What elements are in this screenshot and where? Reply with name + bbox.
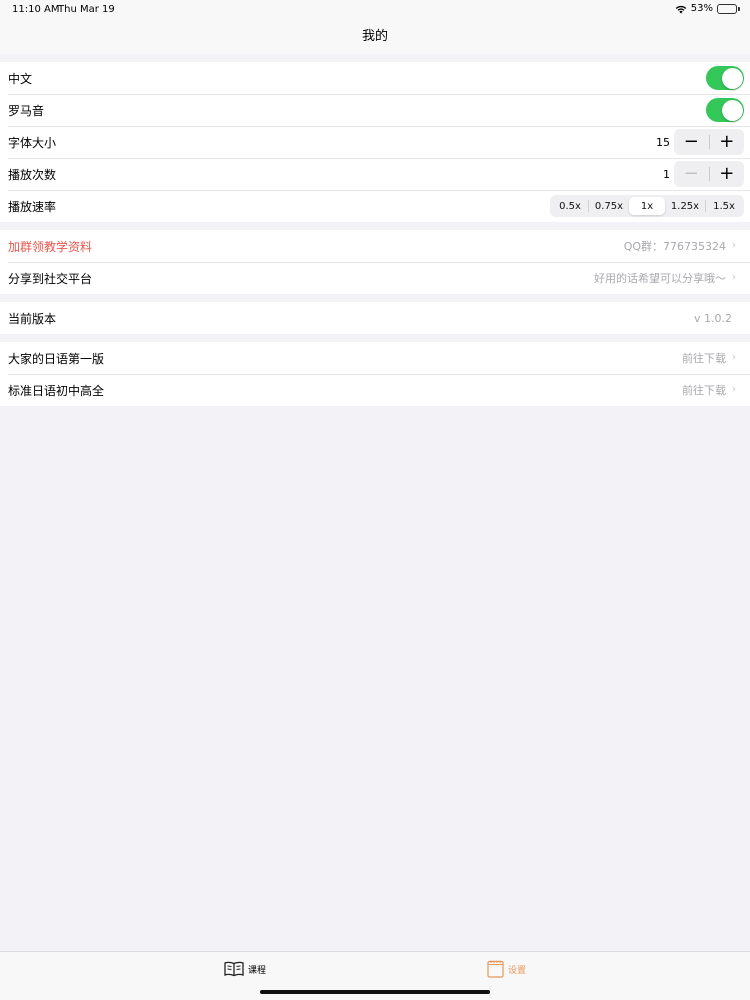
speed-option-1-25x[interactable]: 1.25x: [665, 197, 705, 215]
battery-percent: 53%: [690, 3, 713, 14]
join-group-row[interactable]: 加群领教学资料 QQ群：776735324 ›: [0, 230, 750, 262]
battery-icon: [717, 3, 740, 14]
speed-option-0-5x[interactable]: 0.5x: [552, 197, 588, 215]
speed-option-1-5x[interactable]: 1.5x: [706, 197, 742, 215]
download-item-1-label: 大家的日语第一版: [8, 351, 105, 366]
settings-group: 中文 罗马音 字体大小 15 − + 播放次数 1 − + 播放速率 0.5x …: [0, 62, 750, 222]
tab-settings-label: 设置: [508, 965, 527, 976]
chinese-label: 中文: [8, 71, 33, 86]
font-size-label: 字体大小: [8, 135, 57, 150]
download-item-2-label: 标准日语初中高全: [8, 383, 105, 398]
play-count-label: 播放次数: [8, 167, 57, 182]
tab-courses[interactable]: 课程: [224, 960, 266, 978]
speed-option-1x[interactable]: 1x: [629, 197, 665, 215]
wifi-icon: [675, 5, 686, 13]
join-group-label: 加群领教学资料: [8, 239, 93, 254]
speed-row: 播放速率 0.5x 0.75x 1x 1.25x 1.5x: [0, 190, 750, 222]
play-count-increment-button[interactable]: +: [710, 161, 745, 187]
font-size-stepper[interactable]: − +: [674, 129, 744, 155]
speed-segmented-control[interactable]: 0.5x 0.75x 1x 1.25x 1.5x: [550, 195, 744, 217]
play-count-value: 1: [663, 168, 670, 181]
download-item-1-row[interactable]: 大家的日语第一版 前往下载 ›: [0, 342, 750, 374]
book-icon: [224, 961, 244, 977]
downloads-group: 大家的日语第一版 前往下载 › 标准日语初中高全 前往下载 ›: [0, 342, 750, 406]
chevron-right-icon: ›: [732, 272, 736, 283]
font-size-value: 15: [656, 136, 670, 149]
download-item-1-detail: 前往下载: [682, 352, 726, 365]
status-date: Thu Mar 19: [58, 4, 115, 15]
play-count-decrement-button[interactable]: −: [674, 161, 709, 187]
share-row[interactable]: 分享到社交平台 好用的话希望可以分享哦～ ›: [0, 262, 750, 294]
chevron-right-icon: ›: [732, 240, 736, 251]
share-label: 分享到社交平台: [8, 271, 93, 286]
romaji-toggle[interactable]: [706, 98, 744, 122]
chinese-row: 中文: [0, 62, 750, 94]
page-title: 我的: [361, 29, 388, 44]
chinese-toggle[interactable]: [706, 66, 744, 90]
romaji-row: 罗马音: [0, 94, 750, 126]
play-count-stepper[interactable]: − +: [674, 161, 744, 187]
font-size-increment-button[interactable]: +: [710, 129, 745, 155]
romaji-label: 罗马音: [8, 103, 45, 118]
navigation-bar: 我的: [0, 20, 750, 54]
speed-option-0-75x[interactable]: 0.75x: [589, 197, 629, 215]
version-group: 当前版本 v 1.0.2: [0, 302, 750, 334]
font-size-row: 字体大小 15 − +: [0, 126, 750, 158]
version-row: 当前版本 v 1.0.2: [0, 302, 750, 334]
download-item-2-detail: 前往下载: [682, 384, 726, 397]
share-detail: 好用的话希望可以分享哦～: [594, 272, 726, 285]
tab-settings[interactable]: 设置: [487, 960, 526, 978]
join-group-detail: QQ群：776735324: [623, 240, 726, 253]
links-group: 加群领教学资料 QQ群：776735324 › 分享到社交平台 好用的话希望可以…: [0, 230, 750, 294]
version-label: 当前版本: [8, 311, 57, 326]
notebook-icon: [487, 960, 504, 978]
font-size-decrement-button[interactable]: −: [674, 129, 709, 155]
home-indicator: [260, 990, 490, 994]
download-item-2-row[interactable]: 标准日语初中高全 前往下载 ›: [0, 374, 750, 406]
play-count-row: 播放次数 1 − +: [0, 158, 750, 190]
chevron-right-icon: ›: [732, 352, 736, 363]
status-bar: 11:10 AM Thu Mar 19 53%: [0, 0, 750, 20]
chevron-right-icon: ›: [732, 384, 736, 395]
version-value: v 1.0.2: [694, 311, 732, 325]
tab-courses-label: 课程: [248, 965, 267, 976]
status-right: 53%: [675, 3, 740, 14]
status-time: 11:10 AM: [12, 4, 60, 15]
